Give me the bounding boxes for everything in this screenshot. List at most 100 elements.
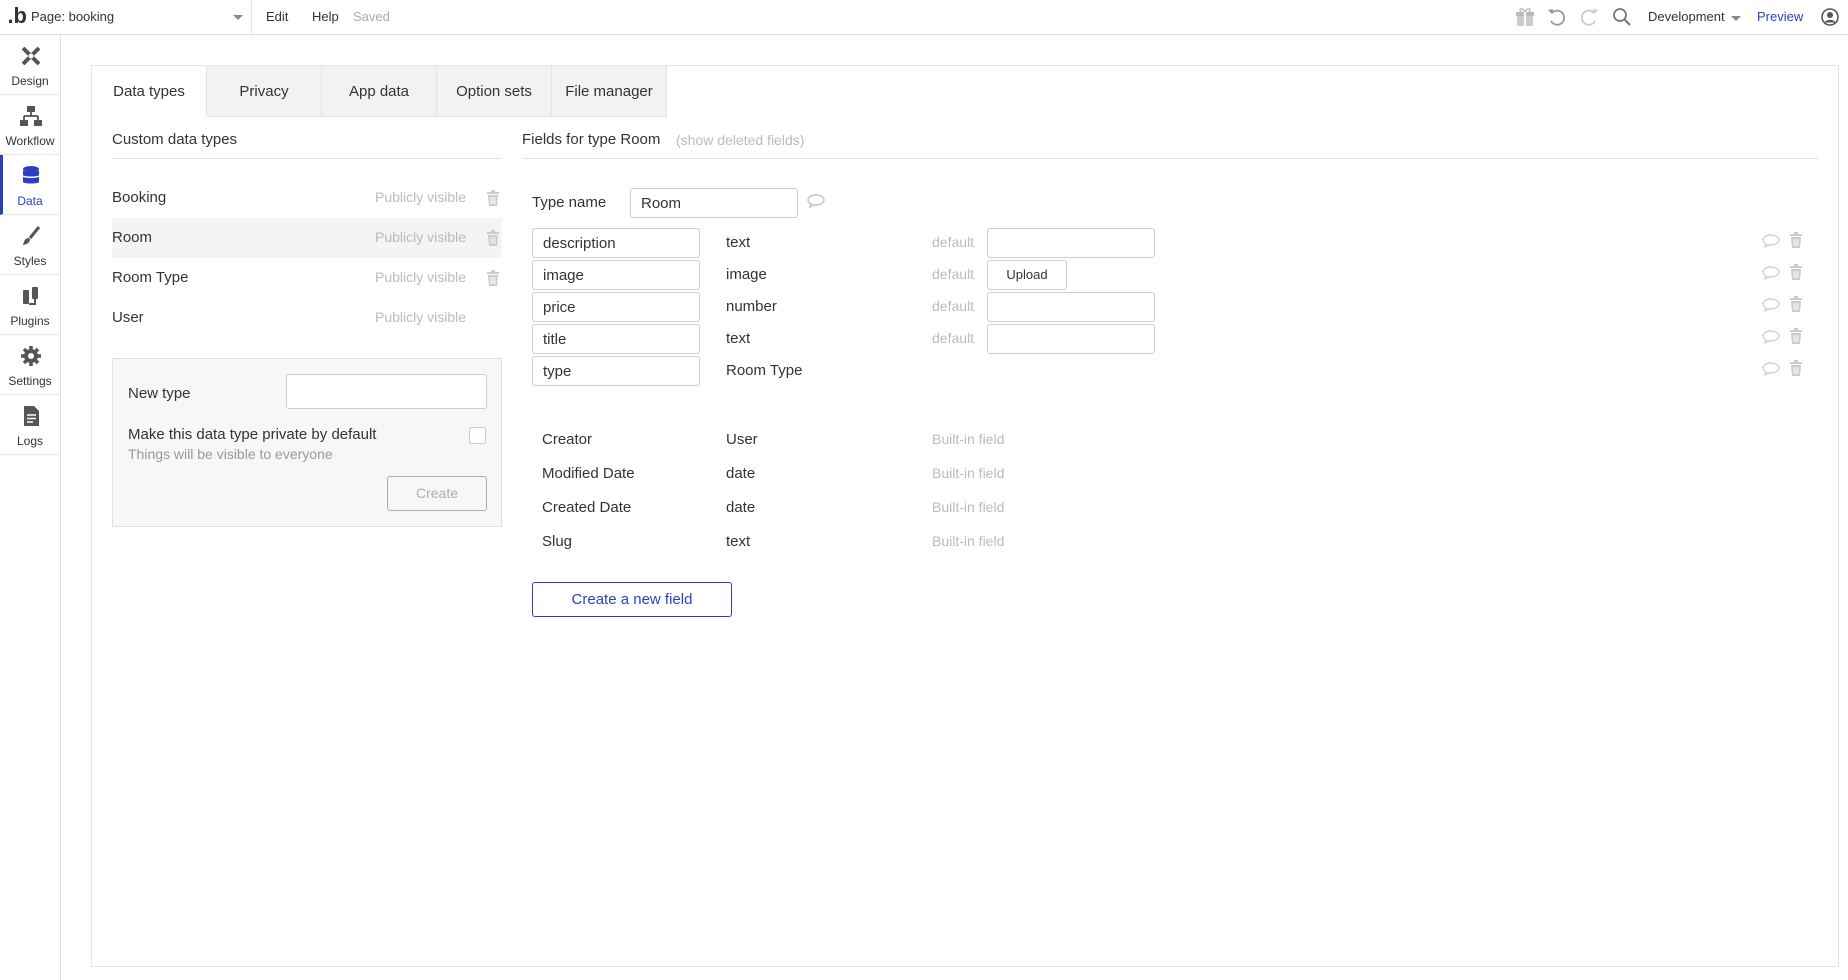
- field-name-input[interactable]: [532, 356, 700, 386]
- nav-design[interactable]: Design: [0, 35, 60, 95]
- trash-icon[interactable]: [1789, 360, 1803, 376]
- field-default-label: default: [932, 330, 975, 346]
- save-status: Saved: [353, 9, 390, 24]
- nav-logs[interactable]: Logs: [0, 395, 60, 455]
- field-row-description: text default: [532, 228, 1822, 260]
- field-name-input[interactable]: [532, 292, 700, 322]
- field-row-price: number default: [532, 292, 1822, 324]
- type-visibility: Publicly visible: [375, 189, 467, 205]
- field-type[interactable]: text: [726, 330, 750, 347]
- builtin-tag: Built-in field: [932, 533, 1005, 549]
- redo-icon[interactable]: [1577, 5, 1601, 29]
- trash-icon[interactable]: [1789, 328, 1803, 344]
- private-default-hint: Things will be visible to everyone: [128, 446, 333, 462]
- new-type-input[interactable]: [286, 374, 487, 409]
- field-type[interactable]: image: [726, 266, 767, 283]
- trash-icon[interactable]: [1789, 296, 1803, 312]
- nav-label: Workflow: [5, 134, 55, 148]
- nav-plugins[interactable]: Plugins: [0, 275, 60, 335]
- nav-label: Data: [17, 194, 43, 208]
- type-row-room-type[interactable]: Room Type Publicly visible: [112, 258, 502, 298]
- show-deleted-fields-link[interactable]: (show deleted fields): [676, 132, 804, 148]
- field-default-input[interactable]: [987, 324, 1155, 354]
- chevron-down-icon: [1731, 16, 1741, 21]
- builtin-name: Creator: [542, 431, 593, 448]
- nav-label: Styles: [13, 254, 47, 268]
- tab-app-data[interactable]: App data: [322, 66, 437, 117]
- left-nav: Design Workflow Data Styles Plugins Sett…: [0, 35, 61, 980]
- trash-icon[interactable]: [1789, 264, 1803, 280]
- tab-option-sets[interactable]: Option sets: [437, 66, 552, 117]
- tab-privacy[interactable]: Privacy: [207, 66, 322, 117]
- field-name-input[interactable]: [532, 260, 700, 290]
- data-panel: Data types Privacy App data Option sets …: [91, 65, 1839, 967]
- builtin-name: Slug: [542, 533, 573, 550]
- bubble-logo[interactable]: .b: [0, 0, 27, 35]
- private-default-label: Make this data type private by default: [128, 426, 377, 443]
- builtin-name: Modified Date: [542, 465, 635, 482]
- comment-icon[interactable]: [1762, 330, 1780, 344]
- nav-label: Design: [11, 74, 49, 88]
- gift-icon[interactable]: [1513, 5, 1537, 29]
- comment-icon[interactable]: [1762, 362, 1780, 376]
- preview-link[interactable]: Preview: [1757, 9, 1803, 24]
- field-default-label: default: [932, 266, 975, 282]
- builtin-tag: Built-in field: [932, 431, 1005, 447]
- trash-icon[interactable]: [486, 230, 500, 246]
- type-row-booking[interactable]: Booking Publicly visible: [112, 178, 502, 218]
- plug-icon: [23, 287, 38, 305]
- menu-edit[interactable]: Edit: [266, 9, 288, 24]
- upload-button[interactable]: Upload: [987, 260, 1067, 290]
- type-visibility: Publicly visible: [375, 269, 467, 285]
- nav-settings[interactable]: Settings: [0, 335, 60, 395]
- search-icon[interactable]: [1610, 5, 1634, 29]
- tab-data-types[interactable]: Data types: [92, 66, 207, 117]
- builtin-row-slug: Slug text Built-in field: [542, 533, 1142, 559]
- fields-title: Fields for type Room: [522, 131, 661, 148]
- new-type-form: New type Make this data type private by …: [112, 358, 502, 527]
- field-name-input[interactable]: [532, 228, 700, 258]
- comment-icon[interactable]: [1762, 234, 1780, 248]
- type-name: Room: [112, 229, 153, 246]
- type-name: Booking: [112, 189, 167, 206]
- tab-file-manager[interactable]: File manager: [552, 66, 667, 117]
- nav-data[interactable]: Data: [0, 155, 60, 215]
- trash-icon[interactable]: [486, 190, 500, 206]
- field-type[interactable]: text: [726, 234, 750, 251]
- new-type-label: New type: [128, 385, 191, 402]
- private-default-checkbox[interactable]: [469, 427, 486, 444]
- page-selector[interactable]: Page: booking: [27, 0, 252, 34]
- builtin-type: date: [726, 465, 756, 482]
- type-visibility: Publicly visible: [375, 309, 467, 325]
- field-type[interactable]: number: [726, 298, 777, 315]
- undo-icon[interactable]: [1545, 5, 1569, 29]
- comment-icon[interactable]: [807, 194, 825, 208]
- type-name: Room Type: [112, 269, 189, 286]
- field-default-label: default: [932, 234, 975, 250]
- nav-workflow[interactable]: Workflow: [0, 95, 60, 155]
- field-row-image: image default Upload: [532, 260, 1822, 292]
- fields-header: Fields for type Room (show deleted field…: [522, 131, 1818, 159]
- create-type-button[interactable]: Create: [387, 476, 487, 511]
- menu-help[interactable]: Help: [312, 9, 339, 24]
- nav-label: Settings: [8, 374, 52, 388]
- brush-icon: [23, 226, 41, 245]
- trash-icon[interactable]: [1789, 232, 1803, 248]
- nav-label: Plugins: [10, 314, 50, 328]
- trash-icon[interactable]: [486, 270, 500, 286]
- comment-icon[interactable]: [1762, 298, 1780, 312]
- type-row-room[interactable]: Room Publicly visible: [112, 218, 502, 258]
- environment-select[interactable]: Development: [1648, 9, 1725, 24]
- builtin-type: User: [726, 431, 758, 448]
- type-row-user[interactable]: User Publicly visible: [112, 298, 502, 338]
- nav-styles[interactable]: Styles: [0, 215, 60, 275]
- account-icon[interactable]: [1818, 5, 1842, 29]
- comment-icon[interactable]: [1762, 266, 1780, 280]
- field-default-input[interactable]: [987, 228, 1155, 258]
- field-default-input[interactable]: [987, 292, 1155, 322]
- create-new-field-button[interactable]: Create a new field: [532, 582, 732, 617]
- field-type[interactable]: Room Type: [726, 362, 802, 379]
- field-name-input[interactable]: [532, 324, 700, 354]
- type-name-input[interactable]: [630, 188, 798, 218]
- nav-label: Logs: [16, 434, 44, 448]
